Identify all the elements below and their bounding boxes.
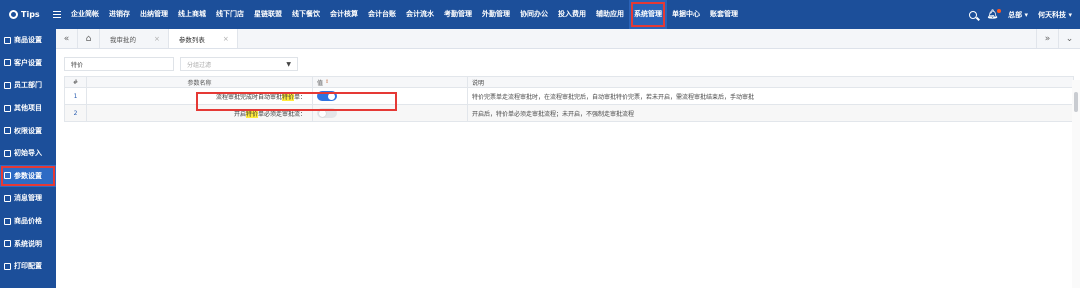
sidebar-item-label: 打印配置 (14, 262, 42, 271)
topnav-item[interactable]: 出纳管理 (135, 0, 173, 29)
header-value[interactable]: 值 ⇕ (313, 77, 468, 87)
topnav-item[interactable]: 协同办公 (515, 0, 553, 29)
sidebar-item-label: 初始导入 (14, 149, 42, 158)
param-description: 开启后，特价单必须走审批流程；未开启，不强制走审批流程 (472, 110, 635, 118)
header-value-label: 值 (317, 79, 324, 87)
top-menu: 企业简帐 进销存 出纳管理 线上商城 线下门店 星链联盟 线下餐饮 会计核算 会… (66, 0, 743, 29)
home-icon[interactable]: ⌂ (78, 29, 100, 48)
sidebar-item-parameter-settings[interactable]: 参数设置 (0, 164, 56, 188)
tab-label: 参数列表 (178, 35, 205, 44)
topnav-item[interactable]: 进销存 (104, 0, 135, 29)
tab-parameter-list[interactable]: 参数列表 × (168, 29, 238, 48)
sidebar-item-label: 商品价格 (14, 217, 42, 226)
company-menu[interactable]: 何天科技 ▾ (1038, 10, 1072, 20)
table-header: # 参数名称 值 ⇕ 说明 (65, 77, 1073, 88)
topnav-item[interactable]: 外勤管理 (477, 0, 515, 29)
sidebar-item-initial-import[interactable]: 初始导入 (0, 142, 56, 165)
sidebar-item-product-price[interactable]: 商品价格 (0, 210, 56, 233)
tabs-scroll-right-icon[interactable]: » (1036, 29, 1058, 48)
header-description: 说明 (472, 79, 485, 87)
sidebar-item-messages[interactable]: 消息管理 (0, 187, 56, 210)
sidebar-item-label: 客户设置 (14, 58, 42, 67)
folder-icon (4, 104, 11, 112)
topnav-item[interactable]: 线下门店 (211, 0, 249, 29)
topnav-item[interactable]: 投入费用 (553, 0, 591, 29)
sidebar-item-label: 其他项目 (14, 104, 42, 113)
grid-icon (4, 240, 11, 248)
grid-icon (4, 262, 11, 270)
sidebar-item-label: 消息管理 (14, 194, 42, 203)
topnav-item[interactable]: 企业简帐 (66, 0, 104, 29)
header-index: # (65, 77, 87, 87)
grid-icon (4, 36, 11, 44)
topnav-item[interactable]: 线下餐饮 (287, 0, 325, 29)
close-icon[interactable]: × (154, 35, 160, 43)
brand-name: Tips (21, 10, 40, 19)
search-icon[interactable] (968, 10, 977, 19)
sidebar-item-product-settings[interactable]: 商品设置 (0, 29, 56, 52)
row-index: 1 (65, 88, 87, 104)
topnav-item[interactable]: 星链联盟 (249, 0, 287, 29)
settings-icon (4, 172, 11, 180)
topnav-item[interactable]: 单据中心 (667, 0, 705, 29)
brand-logo[interactable]: Tips (0, 10, 48, 19)
grid-icon (4, 81, 11, 89)
menu-toggle-icon[interactable] (48, 11, 66, 18)
sidebar-item-label: 商品设置 (14, 36, 42, 45)
topnav-item[interactable]: 会计流水 (401, 0, 439, 29)
keyword-filter-input[interactable] (64, 57, 174, 71)
grid-icon (4, 217, 11, 225)
tab-label: 我审批的 (110, 35, 136, 44)
sidebar: 商品设置 客户设置 员工部门 其他项目 权限设置 初始导入 参数设置 消息管理 … (0, 29, 56, 288)
brand-gear-icon (9, 10, 18, 19)
topnav-item[interactable]: 考勤管理 (439, 0, 477, 29)
topnav-item[interactable]: 账套管理 (705, 0, 743, 29)
topnav-item-system-management[interactable]: 系统管理 (629, 0, 667, 29)
group-filter-select[interactable]: 分组过滤 ▼ (180, 57, 298, 71)
caret-down-icon: ▼ (286, 60, 291, 68)
vertical-scrollbar[interactable] (1072, 80, 1080, 288)
shield-icon (4, 127, 11, 135)
grid-icon (4, 59, 11, 67)
tab-bar: « ⌂ 我审批的 × 参数列表 × » ⌄ (56, 29, 1080, 49)
sidebar-item-label: 权限设置 (14, 126, 42, 135)
annotation-highlight-box (196, 92, 397, 111)
sidebar-item-label: 员工部门 (14, 81, 42, 90)
sidebar-item-label: 参数设置 (14, 171, 42, 180)
header-param-name: 参数名称 (87, 77, 313, 87)
topnav-item[interactable]: 线上商城 (173, 0, 211, 29)
sidebar-item-other-items[interactable]: 其他项目 (0, 97, 56, 120)
tab-my-approvals[interactable]: 我审批的 × (100, 29, 169, 48)
notification-dot (997, 8, 1002, 13)
bell-icon[interactable]: 🔔︎ (987, 8, 1002, 20)
import-icon (4, 149, 11, 157)
chevron-down-icon[interactable]: ⌄ (1058, 29, 1080, 48)
param-description: 特价完票单走流程审批时，在流程审批完后，自动审批特价完票，若未开启，需流程审批结… (472, 93, 755, 101)
sidebar-item-staff-department[interactable]: 员工部门 (0, 74, 56, 97)
sidebar-item-customer-settings[interactable]: 客户设置 (0, 52, 56, 75)
user-menu[interactable]: 总部 ▾ (1008, 10, 1028, 20)
sidebar-item-system-notes[interactable]: 系统说明 (0, 232, 56, 255)
tabs-scroll-left-icon[interactable]: « (56, 29, 78, 48)
company-menu-label: 何天科技 (1038, 10, 1067, 19)
tab-bar-right: » ⌄ (1036, 29, 1080, 48)
top-navbar: Tips 企业简帐 进销存 出纳管理 线上商城 线下门店 星链联盟 线下餐饮 会… (0, 0, 1080, 29)
sidebar-item-label: 系统说明 (14, 239, 42, 248)
message-icon (4, 194, 11, 202)
group-filter-placeholder: 分组过滤 (187, 61, 212, 69)
topnav-item[interactable]: 会计台账 (363, 0, 401, 29)
top-right-tools: 🔔︎ 总部 ▾ 何天科技 ▾ (968, 0, 1072, 29)
sort-icon[interactable]: ⇕ (325, 79, 329, 85)
filter-bar: 分组过滤 ▼ (64, 57, 298, 71)
sidebar-item-print-config[interactable]: 打印配置 (0, 255, 56, 278)
close-icon[interactable]: × (223, 35, 229, 43)
sidebar-item-permissions[interactable]: 权限设置 (0, 119, 56, 142)
user-menu-label: 总部 (1008, 10, 1023, 19)
row-index: 2 (65, 105, 87, 121)
topnav-item[interactable]: 辅助应用 (591, 0, 629, 29)
topnav-item[interactable]: 会计核算 (325, 0, 363, 29)
